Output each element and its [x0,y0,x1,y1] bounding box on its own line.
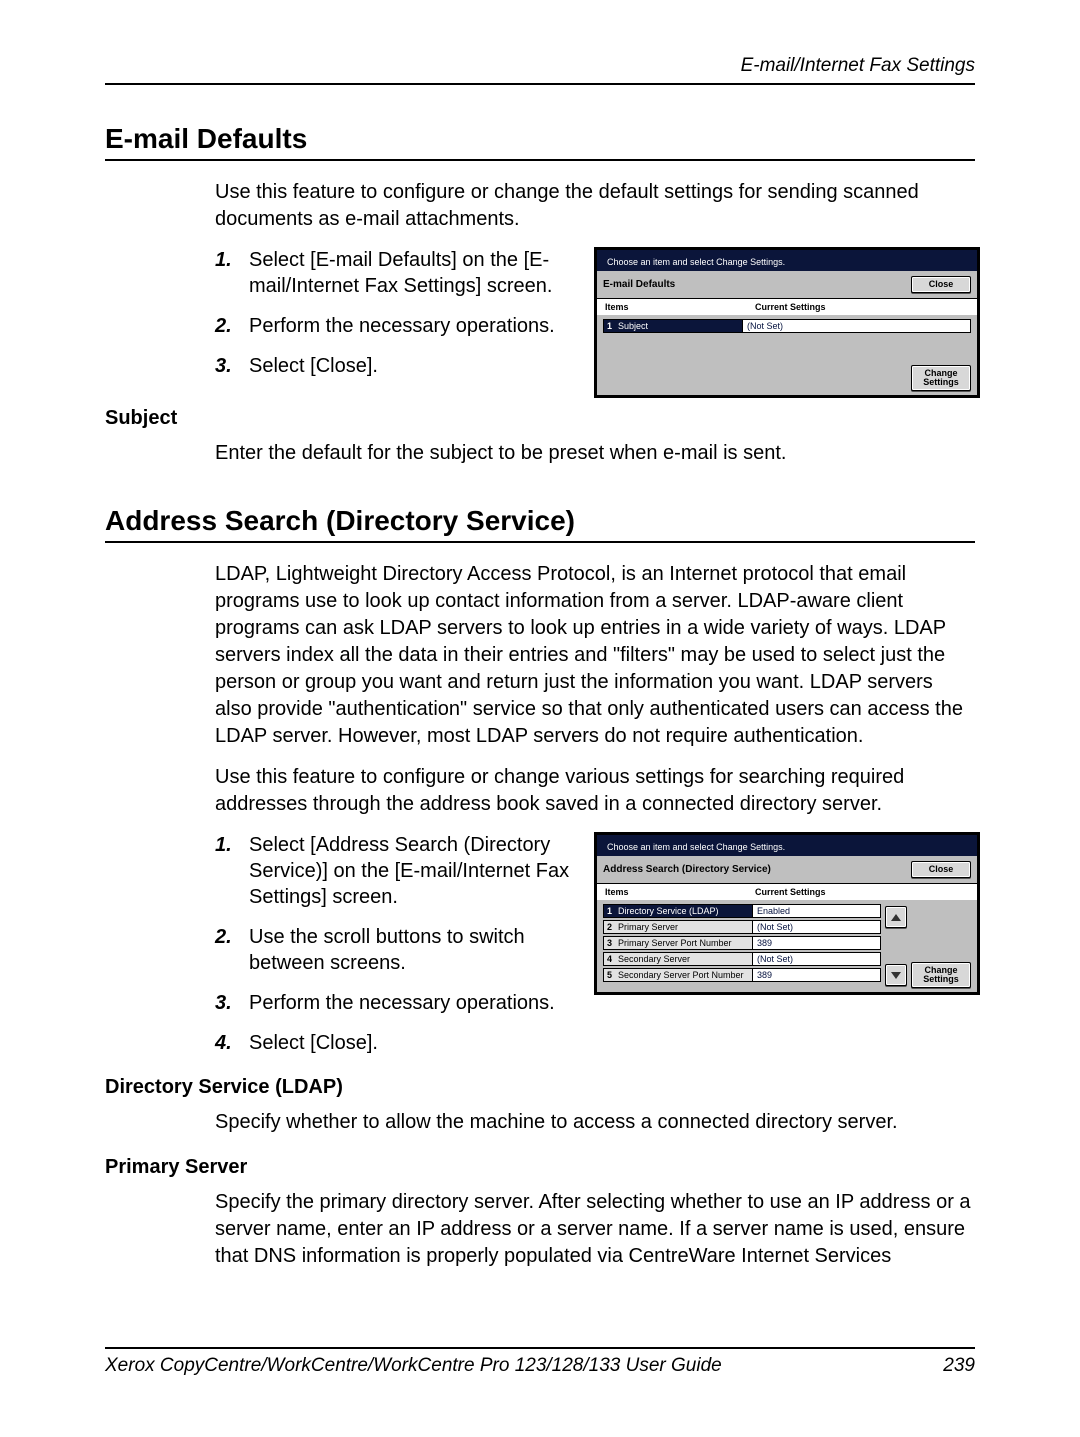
table-row[interactable]: 5Secondary Server Port Number 389 [603,968,881,982]
step-text: Perform the necessary operations. [249,990,555,1016]
row-value: (Not Set) [753,952,881,966]
step-text: Select [Close]. [249,1030,378,1056]
column-settings: Current Settings [755,887,826,897]
row-label: Secondary Server [618,954,690,964]
table-row[interactable]: 1Subject (Not Set) [603,319,971,333]
screenshot-email-defaults: Choose an item and select Change Setting… [594,247,980,398]
step-text: Use the scroll buttons to switch between… [249,924,605,976]
ldap-description: LDAP, Lightweight Directory Access Proto… [215,561,975,750]
steps-email-defaults: 1.Select [E-mail Defaults] on the [E-mai… [215,247,605,379]
step-number: 1. [215,247,249,299]
scroll-down-button[interactable] [885,964,907,986]
step-text: Select [Close]. [249,353,378,379]
step-number: 2. [215,924,249,976]
column-items: Items [605,887,755,897]
subheading-subject: Subject [105,407,975,430]
row-label: Subject [618,321,648,331]
table-row[interactable]: 2Primary Server (Not Set) [603,920,881,934]
row-label: Secondary Server Port Number [618,970,744,980]
step-number: 3. [215,353,249,379]
change-settings-button[interactable]: Change Settings [911,365,971,392]
subheading-primary-server: Primary Server [105,1156,975,1179]
row-number: 3 [607,938,615,948]
screenshot-address-search: Choose an item and select Change Setting… [594,832,980,995]
text-primary-server: Specify the primary directory server. Af… [215,1189,975,1270]
step-text: Perform the necessary operations. [249,313,555,339]
heading-email-defaults: E-mail Defaults [105,123,975,161]
step-number: 2. [215,313,249,339]
ldap-usage: Use this feature to configure or change … [215,764,975,818]
row-label: Primary Server Port Number [618,938,732,948]
panel-instruction: Choose an item and select Change Setting… [597,835,977,856]
heading-address-search: Address Search (Directory Service) [105,505,975,543]
intro-email-defaults: Use this feature to configure or change … [215,179,975,233]
row-label: Directory Service (LDAP) [618,906,719,916]
table-row[interactable]: 4Secondary Server (Not Set) [603,952,881,966]
row-value: Enabled [753,904,881,918]
steps-address-search: 1.Select [Address Search (Directory Serv… [215,832,605,1056]
row-value: (Not Set) [743,319,971,333]
step-number: 3. [215,990,249,1016]
step-number: 1. [215,832,249,910]
row-value: 389 [753,968,881,982]
panel-title: Address Search (Directory Service) [603,864,911,875]
row-label: Primary Server [618,922,678,932]
footer-guide-title: Xerox CopyCentre/WorkCentre/WorkCentre P… [105,1355,722,1377]
table-row[interactable]: 1Directory Service (LDAP) Enabled [603,904,881,918]
text-directory-service: Specify whether to allow the machine to … [215,1109,975,1136]
footer-page-number: 239 [943,1355,975,1377]
row-number: 5 [607,970,615,980]
text-subject: Enter the default for the subject to be … [215,440,975,467]
panel-title: E-mail Defaults [603,279,911,290]
close-button[interactable]: Close [911,276,971,293]
row-value: (Not Set) [753,920,881,934]
close-button[interactable]: Close [911,861,971,878]
step-number: 4. [215,1030,249,1056]
row-number: 1 [607,321,615,331]
subheading-directory-service: Directory Service (LDAP) [105,1076,975,1099]
scroll-up-button[interactable] [885,906,907,928]
row-number: 1 [607,906,615,916]
chevron-up-icon [891,914,901,921]
step-text: Select [Address Search (Directory Servic… [249,832,605,910]
row-number: 2 [607,922,615,932]
chevron-down-icon [891,972,901,979]
step-text: Select [E-mail Defaults] on the [E-mail/… [249,247,605,299]
row-number: 4 [607,954,615,964]
column-settings: Current Settings [755,302,826,312]
change-settings-button[interactable]: Change Settings [911,962,971,989]
column-items: Items [605,302,755,312]
page-header: E-mail/Internet Fax Settings [105,55,975,85]
table-row[interactable]: 3Primary Server Port Number 389 [603,936,881,950]
panel-instruction: Choose an item and select Change Setting… [597,250,977,271]
row-value: 389 [753,936,881,950]
